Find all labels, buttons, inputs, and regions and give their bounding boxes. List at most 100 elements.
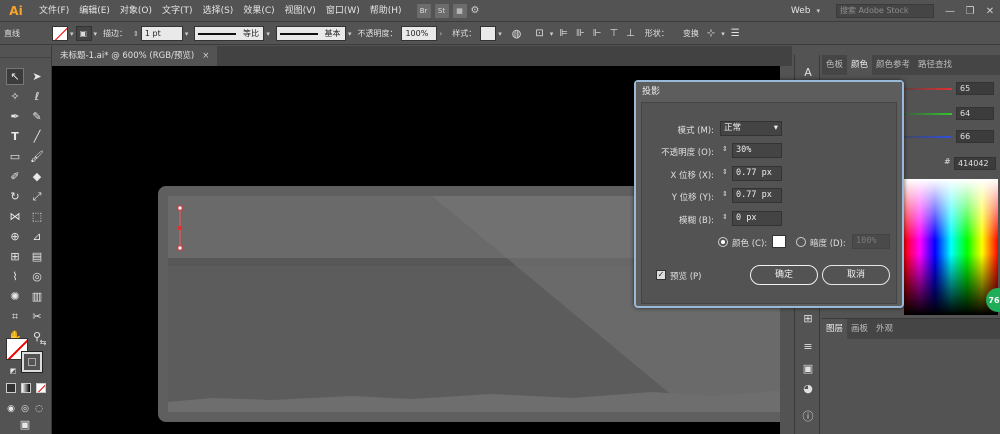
- gradient-tool-icon[interactable]: ▤: [28, 248, 46, 265]
- stroke-swatch[interactable]: ▣: [75, 26, 92, 41]
- blur-field[interactable]: 0 px: [732, 211, 782, 226]
- chevron-down-icon[interactable]: ▾: [183, 30, 191, 38]
- stepper-icon[interactable]: ⇕: [722, 213, 728, 221]
- variable-width-profile[interactable]: 等比: [194, 26, 265, 41]
- opacity-field[interactable]: 30%: [732, 143, 782, 158]
- stepper-icon[interactable]: ⇕: [722, 145, 728, 153]
- chevron-down-icon[interactable]: ▾: [814, 7, 822, 15]
- green-slider[interactable]: 64: [894, 107, 998, 121]
- chevron-down-icon[interactable]: ▾: [92, 30, 100, 38]
- swap-colors-icon[interactable]: ⇆: [34, 334, 52, 351]
- stock-button[interactable]: St: [434, 3, 449, 18]
- tab-color[interactable]: 颜色: [847, 55, 873, 75]
- preview-checkbox[interactable]: ✓: [656, 270, 666, 280]
- curvature-tool-icon[interactable]: ✎: [28, 108, 46, 125]
- slice-tool-icon[interactable]: ✂: [28, 308, 46, 325]
- transform-button[interactable]: 变换: [679, 28, 703, 39]
- workspace-switcher[interactable]: Web: [791, 6, 811, 16]
- cancel-button[interactable]: 取消: [822, 265, 890, 285]
- transform-panel-icon[interactable]: ⊞: [799, 309, 817, 327]
- restore-icon[interactable]: ❐: [960, 0, 980, 22]
- menu-view[interactable]: 视图(V): [280, 0, 321, 22]
- symbol-sprayer-tool-icon[interactable]: ✺: [6, 288, 24, 305]
- magic-wand-tool-icon[interactable]: ✧: [6, 88, 24, 105]
- color-radio[interactable]: [718, 237, 728, 247]
- info-panel-icon[interactable]: ⓘ: [799, 407, 817, 425]
- stroke-weight-field[interactable]: 1 pt: [140, 26, 183, 41]
- transparency-panel-icon[interactable]: ◕: [799, 379, 817, 397]
- tab-layers[interactable]: 图层: [822, 319, 848, 339]
- draw-inside-icon[interactable]: ◌: [30, 400, 48, 417]
- gradient-panel-icon[interactable]: ▣: [799, 359, 817, 377]
- artboard-tool-icon[interactable]: ⌗: [6, 308, 24, 325]
- tab-appearance[interactable]: 外观: [872, 319, 897, 339]
- stroke-color-box[interactable]: [21, 351, 43, 373]
- style-swatch[interactable]: [480, 26, 497, 41]
- panel-grip[interactable]: [0, 46, 52, 58]
- gradient-mode-icon[interactable]: [21, 383, 31, 393]
- menu-help[interactable]: 帮助(H): [365, 0, 407, 22]
- eraser-tool-icon[interactable]: ◆: [28, 168, 46, 185]
- screen-mode-icon[interactable]: ▣: [16, 416, 34, 433]
- chevron-down-icon[interactable]: ▾: [496, 30, 504, 38]
- tab-swatches[interactable]: 色板: [822, 55, 847, 75]
- chevron-down-icon[interactable]: ▾: [719, 30, 727, 38]
- scale-tool-icon[interactable]: ⤢: [28, 188, 46, 205]
- opacity-field[interactable]: 100%: [401, 26, 438, 41]
- x-offset-field[interactable]: 0.77 px: [732, 166, 782, 181]
- stroke-panel-icon[interactable]: ≡: [799, 337, 817, 355]
- gpu-performance-icon[interactable]: ⚙: [471, 5, 489, 16]
- align-left-icon[interactable]: ⊫: [555, 28, 572, 39]
- rotate-tool-icon[interactable]: ↻: [6, 188, 24, 205]
- close-icon[interactable]: ✕: [980, 0, 1000, 22]
- brush-definition[interactable]: 基本: [275, 26, 346, 41]
- stepper-icon[interactable]: ⇕: [131, 30, 141, 38]
- align-to-icon[interactable]: ⊡: [531, 28, 547, 39]
- chevron-down-icon[interactable]: ▾: [264, 30, 272, 38]
- none-mode-icon[interactable]: [36, 383, 46, 393]
- artboards-panel-icon[interactable]: A: [799, 63, 817, 81]
- mode-select[interactable]: 正常 ▾: [720, 121, 782, 136]
- width-tool-icon[interactable]: ⋈: [6, 208, 24, 225]
- chevron-down-icon[interactable]: ▾: [548, 30, 556, 38]
- tab-close-icon[interactable]: ×: [202, 51, 209, 61]
- stepper-icon[interactable]: ⇕: [722, 168, 728, 176]
- fill-swatch[interactable]: [52, 26, 68, 41]
- tab-artboards[interactable]: 画板: [847, 319, 872, 339]
- chevron-down-icon[interactable]: ▾: [346, 30, 354, 38]
- y-offset-field[interactable]: 0.77 px: [732, 188, 782, 203]
- minimize-icon[interactable]: —: [940, 0, 960, 22]
- align-center-icon[interactable]: ⊪: [572, 28, 589, 39]
- panel-menu-icon[interactable]: ☰: [727, 28, 744, 39]
- chevron-right-icon[interactable]: ›: [437, 30, 444, 38]
- darkness-radio[interactable]: [796, 237, 806, 247]
- menu-object[interactable]: 对象(O): [115, 0, 157, 22]
- align-top-icon[interactable]: ⊤: [605, 28, 622, 39]
- bridge-button[interactable]: Br: [416, 3, 431, 18]
- color-mode-icon[interactable]: [6, 383, 16, 393]
- rectangle-tool-icon[interactable]: ▭: [6, 148, 24, 165]
- menu-window[interactable]: 窗口(W): [321, 0, 365, 22]
- recolor-artwork-icon[interactable]: ◍: [508, 27, 526, 40]
- menu-file[interactable]: 文件(F): [34, 0, 74, 22]
- column-graph-tool-icon[interactable]: ▥: [28, 288, 46, 305]
- isolate-icon[interactable]: ⊹: [703, 28, 719, 39]
- mesh-tool-icon[interactable]: ⊞: [6, 248, 24, 265]
- selection-tool-icon[interactable]: ↖: [6, 68, 24, 85]
- shape-builder-tool-icon[interactable]: ⊕: [6, 228, 24, 245]
- blue-value[interactable]: 66: [956, 130, 994, 143]
- line-tool-icon[interactable]: ╱: [28, 128, 46, 145]
- pen-tool-icon[interactable]: ✒: [6, 108, 24, 125]
- align-middle-icon[interactable]: ⊥: [622, 28, 639, 39]
- shaper-tool-icon[interactable]: ✐: [6, 168, 24, 185]
- menu-edit[interactable]: 编辑(E): [74, 0, 115, 22]
- menu-effect[interactable]: 效果(C): [238, 0, 279, 22]
- direct-selection-tool-icon[interactable]: ➤: [28, 68, 46, 85]
- document-tab[interactable]: 未标题-1.ai* @ 600% (RGB/预览) ×: [52, 46, 218, 66]
- ok-button[interactable]: 确定: [750, 265, 818, 285]
- stepper-icon[interactable]: ⇕: [722, 190, 728, 198]
- tab-pathfinder[interactable]: 路径查找: [914, 55, 956, 75]
- hex-field[interactable]: 414042: [954, 157, 996, 170]
- stock-search-input[interactable]: 搜索 Adobe Stock: [836, 4, 934, 18]
- blue-slider[interactable]: 66: [894, 130, 998, 144]
